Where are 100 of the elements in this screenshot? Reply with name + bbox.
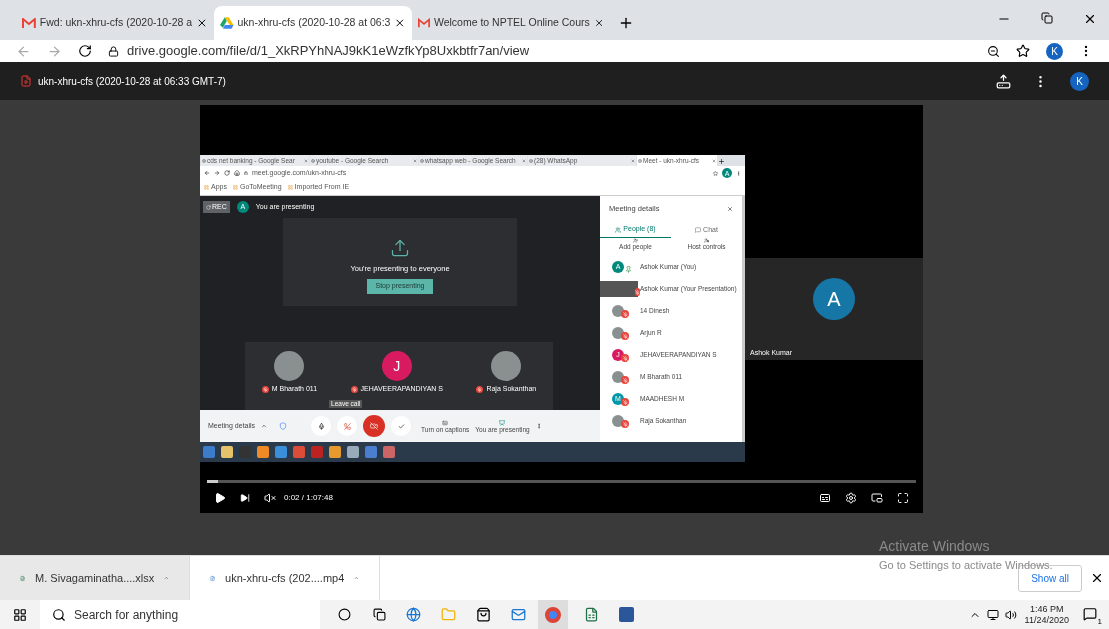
forward-icon[interactable] [214,170,220,176]
download-item[interactable]: M. Sivagaminatha....xlsx [0,555,190,601]
taskbar-search-field[interactable]: Search for anything [40,600,320,629]
mail-icon[interactable] [511,607,526,622]
photo-placeholder [612,371,624,383]
notification-count: 1 [1097,617,1102,626]
avatar: J [381,351,412,381]
globe-icon [420,158,424,163]
photo-placeholder [612,327,624,339]
photo-placeholder [274,351,305,381]
photo-placeholder [491,351,522,381]
volume-icon[interactable] [1004,608,1017,621]
new-tab-icon[interactable] [718,158,725,165]
leave-call-button[interactable] [337,416,358,436]
reload-icon[interactable] [78,44,92,58]
notification-icon [1083,606,1097,621]
camera-off-button[interactable] [363,415,386,437]
taskbar-app-icon[interactable] [221,446,233,458]
profile-avatar[interactable]: K [1046,42,1063,60]
chrome-icon[interactable] [538,600,568,629]
globe-icon [529,158,533,163]
taskbar-app-icon[interactable] [257,446,269,458]
close-tab-icon[interactable] [196,17,208,29]
play-icon[interactable] [214,492,226,504]
network-icon[interactable] [986,608,999,621]
chat-icon [695,227,702,233]
browser-tab[interactable]: Welcome to NPTEL Online Cours [412,6,610,40]
check-button[interactable] [391,416,412,436]
captions-icon[interactable] [819,492,831,504]
taskbar-app-icon[interactable] [383,446,395,458]
cortana-icon[interactable] [338,608,351,621]
home-icon[interactable] [234,170,240,176]
close-tab-icon[interactable] [593,17,604,29]
mic-off-icon [476,385,484,393]
search-icon [52,607,66,622]
photo-placeholder [612,415,624,427]
check-icon [397,422,405,430]
next-icon[interactable] [240,493,250,503]
loop-icon [206,204,211,210]
search-placeholder: Search for anything [74,606,179,624]
globe-icon [202,158,206,163]
zoom-out-icon[interactable] [987,44,1000,58]
star-icon[interactable] [713,170,718,176]
lock-icon [108,45,119,57]
profile-avatar[interactable]: K [1070,71,1089,91]
clock[interactable]: 1:46 PM 11/24/2020 [1024,603,1069,626]
browser-tab[interactable]: ukn-xhru-cfs (2020-10-28 at 06:3 [214,6,412,40]
present-icon [499,419,506,426]
mute-icon[interactable] [264,492,276,504]
globe-icon [311,158,315,163]
spreadsheet-icon[interactable] [584,607,599,622]
taskbar-app-icon[interactable] [329,446,341,458]
microphone-icon [317,422,325,430]
chevron-up-icon [261,423,268,429]
taskbar-app-icon[interactable] [365,446,377,458]
miniplayer-icon[interactable] [871,492,883,504]
photo-placeholder [612,305,624,317]
taskbar-app-icon[interactable] [347,446,359,458]
start-icon[interactable] [13,607,27,622]
hang-up-icon [343,422,351,430]
new-tab-icon[interactable] [618,15,634,31]
store-icon[interactable] [476,607,491,622]
microphone-button[interactable] [311,416,332,436]
browser-tab[interactable]: Fwd: ukn-xhru-cfs (2020-10-28 a [16,6,214,40]
person-settings-icon [704,238,709,243]
settings-icon[interactable] [845,492,857,504]
progress-track[interactable] [207,480,916,483]
download-name: M. Sivagaminatha....xlsx [35,570,155,586]
restore-icon[interactable] [1041,12,1053,24]
url-text: drive.google.com/file/d/1_XkRPYhNAJ9kK1eWzfkYp8Uxkbtfr7an/view [127,42,530,61]
task-view-icon[interactable] [373,608,386,621]
mail-icon [22,17,36,29]
mail-icon [418,17,430,29]
bookmark-icon [232,185,238,190]
fullscreen-icon[interactable] [897,492,909,504]
present-screen-icon [390,238,410,258]
taskbar-app-icon[interactable] [275,446,287,458]
file-title: ukn-xhru-cfs (2020-10-28 at 06:33 GMT-7) [38,74,227,89]
activation-title: Activate Windows [879,537,991,556]
time-display: 0:02 / 1:07:48 [284,492,334,504]
triangle-logo-icon [220,17,234,29]
bookmark-icon [287,185,293,190]
close-icon[interactable] [1083,12,1097,26]
back-icon[interactable] [204,170,210,176]
screen-thumbnail [600,281,638,297]
add-to-drive-icon[interactable] [996,73,1011,89]
bookmark-icon [204,185,209,190]
shield-icon [279,422,288,430]
taskbar-app-icon[interactable] [293,446,305,458]
download-name: ukn-xhru-cfs (202....mp4 [225,570,345,586]
close-icon[interactable] [1090,571,1104,585]
more-icon[interactable] [535,423,542,429]
avatar: A [813,278,855,320]
lock-icon [244,171,248,175]
forward-icon[interactable] [47,43,62,59]
edge-icon[interactable] [406,607,421,622]
close-tab-icon[interactable] [394,17,406,29]
video-file-icon [20,75,32,87]
bookmark-star-icon[interactable] [1016,44,1030,58]
back-icon[interactable] [16,43,31,59]
